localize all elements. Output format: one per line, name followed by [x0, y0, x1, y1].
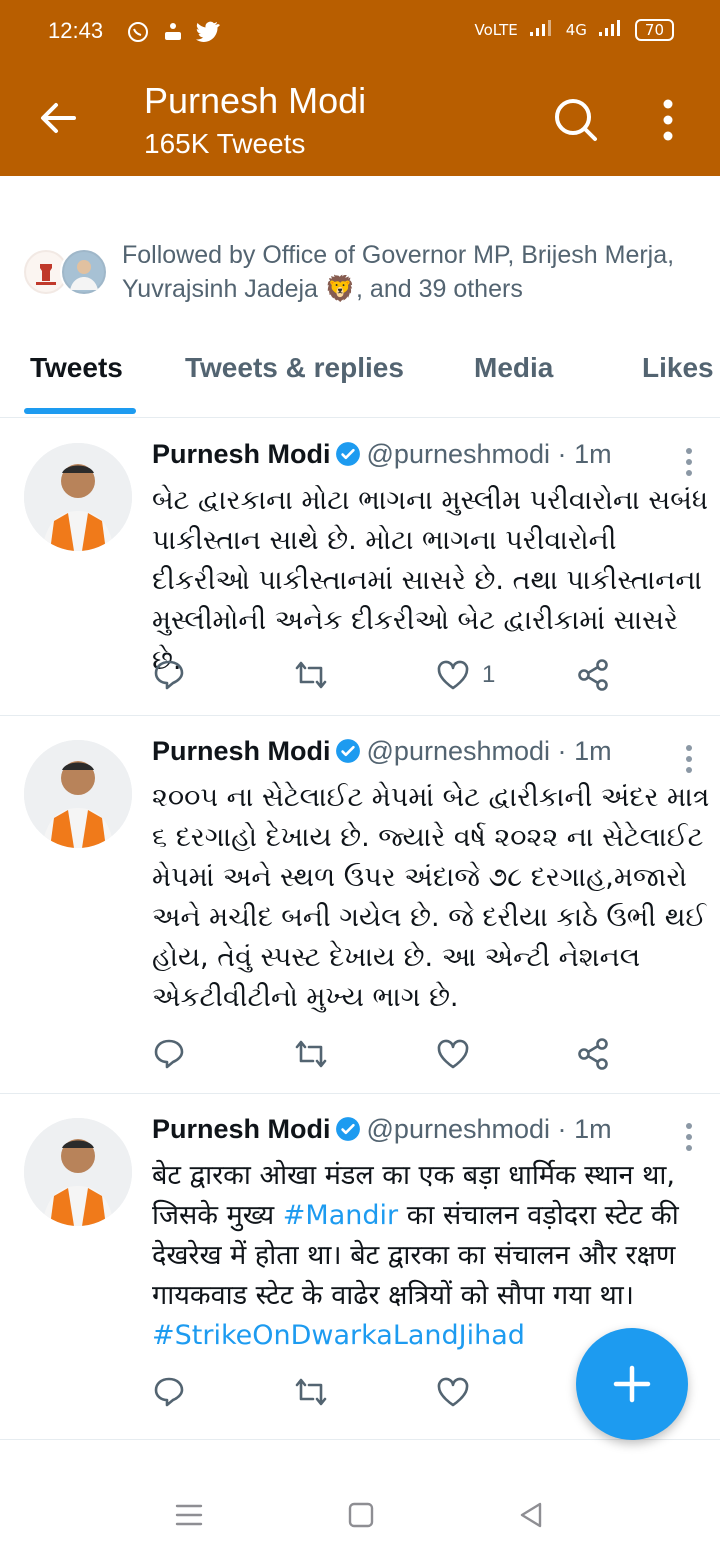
retweet-button[interactable] — [292, 655, 330, 695]
followed-by[interactable]: Followed by Office of Governor MP, Brije… — [22, 238, 702, 312]
tweet-time[interactable]: 1m — [574, 736, 612, 766]
tweet-author-name[interactable]: Purnesh Modi — [152, 736, 331, 766]
back-nav-button[interactable] — [516, 1500, 546, 1530]
avatar[interactable] — [24, 443, 132, 551]
tweet-author-handle[interactable]: @purneshmodi — [367, 736, 551, 766]
signal-icon — [528, 18, 556, 42]
followed-by-text: Followed by Office of Governor MP, Brije… — [122, 241, 675, 303]
reply-button[interactable] — [152, 655, 186, 695]
status-time: 12:43 — [48, 18, 104, 43]
signal-icon-2 — [597, 18, 625, 42]
tweet-separator: · — [557, 1114, 567, 1144]
recent-apps-button[interactable] — [174, 1500, 204, 1530]
tab-media[interactable]: Media — [474, 352, 553, 384]
profile-tabs: Tweets Tweets & replies Media Likes — [0, 340, 720, 418]
avatar — [60, 248, 108, 296]
back-button[interactable] — [36, 96, 80, 140]
active-tab-indicator — [24, 408, 136, 414]
twitter-icon — [196, 20, 220, 47]
status-bar: 12:43 VoLTE 4G 70 — [0, 0, 720, 64]
tweet[interactable]: Purnesh Modi @purneshmodi · 1m ૨૦૦૫ ના સે… — [0, 716, 720, 1094]
retweet-button[interactable] — [292, 1372, 330, 1412]
follower-avatars — [22, 246, 114, 298]
tab-tweets-and-replies[interactable]: Tweets & replies — [185, 352, 404, 384]
home-button[interactable] — [346, 1500, 376, 1530]
whatsapp-icon — [126, 20, 150, 49]
retweet-icon — [295, 1040, 327, 1068]
hashtag-link[interactable]: #Mandir — [283, 1200, 398, 1231]
avatar[interactable] — [24, 1118, 132, 1226]
retweet-icon — [295, 661, 327, 689]
status-right: VoLTE 4G 70 — [475, 18, 674, 42]
volte-indicator: VoLTE — [474, 21, 518, 39]
tweet-actions — [152, 1372, 632, 1412]
hashtag-link[interactable]: #StrikeOnDwarkaLandJihad — [152, 1320, 525, 1351]
tweet-more-icon[interactable] — [684, 744, 694, 774]
tweet-header: Purnesh Modi @purneshmodi · 1m — [152, 1114, 612, 1146]
page-title: Purnesh Modi — [144, 80, 367, 121]
tweet-time[interactable]: 1m — [574, 1114, 612, 1144]
reply-icon — [154, 1377, 184, 1407]
share-button[interactable] — [576, 1034, 610, 1074]
heart-icon — [437, 1039, 469, 1069]
tweet-actions: 1 — [152, 655, 632, 695]
tweet-header: Purnesh Modi @purneshmodi · 1m — [152, 439, 612, 471]
plus-icon — [613, 1365, 651, 1403]
like-button[interactable]: 1 — [436, 655, 495, 695]
tab-likes[interactable]: Likes — [642, 352, 714, 384]
share-button[interactable] — [576, 655, 610, 695]
app-icon — [162, 20, 184, 49]
tweet-more-icon[interactable] — [684, 1122, 694, 1152]
tweet-author-name[interactable]: Purnesh Modi — [152, 1114, 331, 1144]
reply-button[interactable] — [152, 1034, 186, 1074]
search-button[interactable] — [552, 96, 600, 144]
tweet-author-name[interactable]: Purnesh Modi — [152, 439, 331, 469]
tweet-author-handle[interactable]: @purneshmodi — [367, 1114, 551, 1144]
tweet-count: 165K Tweets — [144, 128, 306, 159]
verified-badge-icon — [335, 738, 360, 763]
battery-indicator: 70 — [634, 19, 674, 41]
tweet[interactable]: Purnesh Modi @purneshmodi · 1m બેટ દ્વારક… — [0, 419, 720, 716]
like-count: 1 — [482, 661, 496, 688]
tweet-author-handle[interactable]: @purneshmodi — [367, 439, 551, 469]
tweet-separator: · — [557, 439, 567, 469]
tweet-more-icon[interactable] — [684, 447, 694, 477]
like-button[interactable] — [436, 1034, 470, 1074]
compose-tweet-button[interactable] — [576, 1328, 688, 1440]
network-gen-indicator: 4G — [565, 21, 587, 39]
avatar[interactable] — [24, 740, 132, 848]
reply-icon — [154, 660, 184, 690]
verified-badge-icon — [335, 441, 360, 466]
retweet-button[interactable] — [292, 1034, 330, 1074]
tweet-text: ૨૦૦૫ ના સેટેલાઈટ મેપમાં બેટ દ્વારીકાની અ… — [152, 782, 710, 1013]
more-menu-button[interactable] — [644, 96, 692, 144]
heart-icon — [437, 1377, 469, 1407]
like-button[interactable] — [436, 1372, 470, 1412]
tweet-text: બેટ દ્વારકાના મોટા ભાગના મુસ્લીમ પરીવારો… — [152, 485, 709, 676]
heart-icon — [437, 660, 469, 690]
reply-button[interactable] — [152, 1372, 186, 1412]
tweet-actions — [152, 1034, 632, 1074]
tab-tweets[interactable]: Tweets — [30, 352, 123, 384]
verified-badge-icon — [335, 1116, 360, 1141]
tweet-separator: · — [557, 736, 567, 766]
tweet-header: Purnesh Modi @purneshmodi · 1m — [152, 736, 612, 768]
tweet-time[interactable]: 1m — [574, 439, 612, 469]
retweet-icon — [295, 1378, 327, 1406]
share-icon — [578, 659, 608, 691]
share-icon — [578, 1038, 608, 1070]
tweet-text: बेट द्वारका ओखा मंडल का एक बड़ा धार्मिक … — [152, 1156, 712, 1356]
reply-icon — [154, 1039, 184, 1069]
system-nav-bar — [0, 1466, 720, 1561]
app-bar: 12:43 VoLTE 4G 70 Purnesh Modi 165K Twee… — [0, 0, 720, 176]
